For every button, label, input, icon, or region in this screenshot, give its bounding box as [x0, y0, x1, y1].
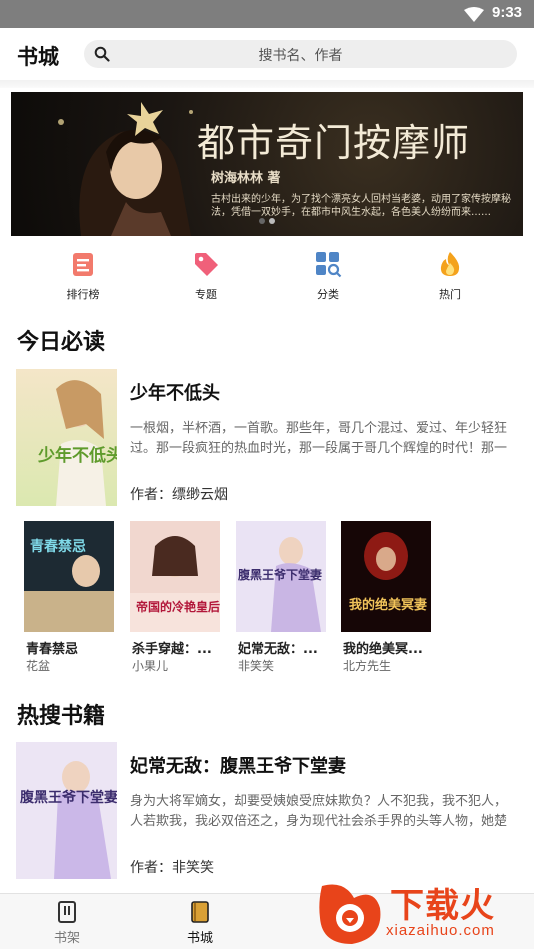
book-title: 我的绝美冥...: [343, 642, 423, 657]
wifi-icon: [464, 7, 484, 22]
book-card[interactable]: 青春禁忌 青春禁忌 花盆: [24, 521, 114, 676]
book-author: 小果儿: [132, 659, 169, 673]
watermark-url: xiazaihuo.com: [386, 922, 495, 939]
banner-description: 古村出来的少年，为了找个漂亮女人回村当老婆，动用了家传按摩秘法，凭借一双妙手，在…: [211, 194, 511, 218]
promo-banner[interactable]: 都市奇门按摩师 树海林林 著 古村出来的少年，为了找个漂亮女人回村当老婆，动用了…: [11, 92, 523, 236]
book-cover: 少年不低头: [16, 369, 117, 506]
tab-label: 书城: [186, 931, 213, 946]
banner-author: 树海林林 著: [211, 171, 281, 186]
cover-title-text: 帝国的冷艳皇后: [136, 599, 220, 614]
carousel-dot-active[interactable]: [269, 218, 275, 224]
category-hot[interactable]: 热门: [410, 246, 490, 304]
bookshelf-icon: [58, 901, 76, 923]
tab-bookshelf[interactable]: 书架: [27, 894, 107, 950]
watermark: 下载火 xiazaihuo.com: [314, 876, 534, 949]
category-label: 排行榜: [66, 288, 100, 301]
status-bar: 9:33: [0, 0, 534, 28]
category-classify[interactable]: 分类: [288, 246, 368, 304]
book-card[interactable]: 帝国的冷艳皇后 杀手穿越：... 小果儿: [130, 521, 220, 676]
featured-book-hot[interactable]: 腹黑王爷下堂妻 妃常无敌：腹黑王爷下堂妻 身为大将军嫡女，却要受姨娘受庶妹欺负？…: [16, 742, 522, 880]
carousel-dot[interactable]: [259, 218, 265, 224]
book-author: 花盆: [26, 659, 51, 673]
tag-icon: [195, 253, 218, 276]
category-topic[interactable]: 专题: [166, 246, 246, 304]
search-placeholder: 搜书名、作者: [258, 48, 343, 64]
book-author: 作者：非笑笑: [130, 860, 214, 876]
banner-title: 都市奇门按摩师: [197, 121, 471, 165]
category-label: 热门: [439, 288, 461, 301]
featured-book-today[interactable]: 少年不低头 少年不低头 一根烟，半杯酒，一首歌。那些年，哥几个混过、爱过、年少轻…: [16, 369, 522, 507]
cover-title-text: 腹黑王爷下堂妻: [238, 567, 322, 582]
book-description: 一根烟，半杯酒，一首歌。那些年，哥几个混过、爱过、年少轻狂过。那一段疯狂的热血时…: [130, 421, 508, 456]
book-title: 杀手穿越：...: [132, 642, 212, 657]
book-author: 北方先生: [343, 659, 392, 673]
tab-bookstore[interactable]: 书城: [160, 894, 240, 950]
category-label: 分类: [317, 288, 339, 301]
category-ranking[interactable]: 排行榜: [43, 246, 123, 304]
category-row: 排行榜 专题 分类 热门: [0, 246, 534, 306]
book-cover: 我的绝美冥妻: [341, 521, 431, 632]
category-grid-icon: [316, 252, 342, 278]
cover-title-text: 青春禁忌: [30, 538, 86, 555]
category-label: 专题: [195, 288, 217, 301]
tab-label: 书架: [53, 931, 80, 946]
book-cover: 腹黑王爷下堂妻: [16, 742, 117, 879]
cover-title-text: 我的绝美冥妻: [349, 597, 427, 613]
book-cover: 腹黑王爷下堂妻: [236, 521, 326, 632]
book-author: 非笑笑: [238, 659, 275, 673]
book-author: 作者：缥缈云烟: [130, 487, 228, 503]
watermark-text: 下载火: [390, 886, 495, 926]
book-title: 少年不低头: [130, 383, 220, 404]
book-title: 妃常无敌：...: [238, 642, 318, 657]
fire-icon: [440, 252, 460, 276]
watermark-logo-icon: [319, 884, 381, 944]
header-divider: [0, 80, 534, 88]
status-time: 9:33: [492, 4, 523, 21]
cover-title-text: 少年不低头: [37, 445, 117, 466]
book-cover: 青春禁忌: [24, 521, 114, 632]
app-bar: 书城 搜书名、作者: [0, 28, 534, 80]
book-card[interactable]: 我的绝美冥妻 我的绝美冥... 北方先生: [341, 521, 431, 676]
bookstore-icon: [191, 901, 209, 923]
book-cover: 帝国的冷艳皇后: [130, 521, 220, 632]
book-card[interactable]: 腹黑王爷下堂妻 妃常无敌：... 非笑笑: [236, 521, 326, 676]
section-heading-hot: 热搜书籍: [17, 704, 106, 729]
page-title: 书城: [17, 45, 59, 69]
section-heading-today: 今日必读: [17, 330, 106, 355]
book-description: 身为大将军嫡女，却要受姨娘受庶妹欺负？人不犯我，我不犯人，人若欺我，我必双倍还之…: [130, 794, 508, 829]
book-title: 青春禁忌: [26, 642, 79, 657]
book-title: 妃常无敌：腹黑王爷下堂妻: [130, 756, 346, 777]
banner-illustration: [58, 102, 193, 236]
search-bar[interactable]: 搜书名、作者: [84, 40, 517, 68]
cover-title-text: 腹黑王爷下堂妻: [20, 789, 117, 806]
ranking-icon: [73, 253, 93, 276]
